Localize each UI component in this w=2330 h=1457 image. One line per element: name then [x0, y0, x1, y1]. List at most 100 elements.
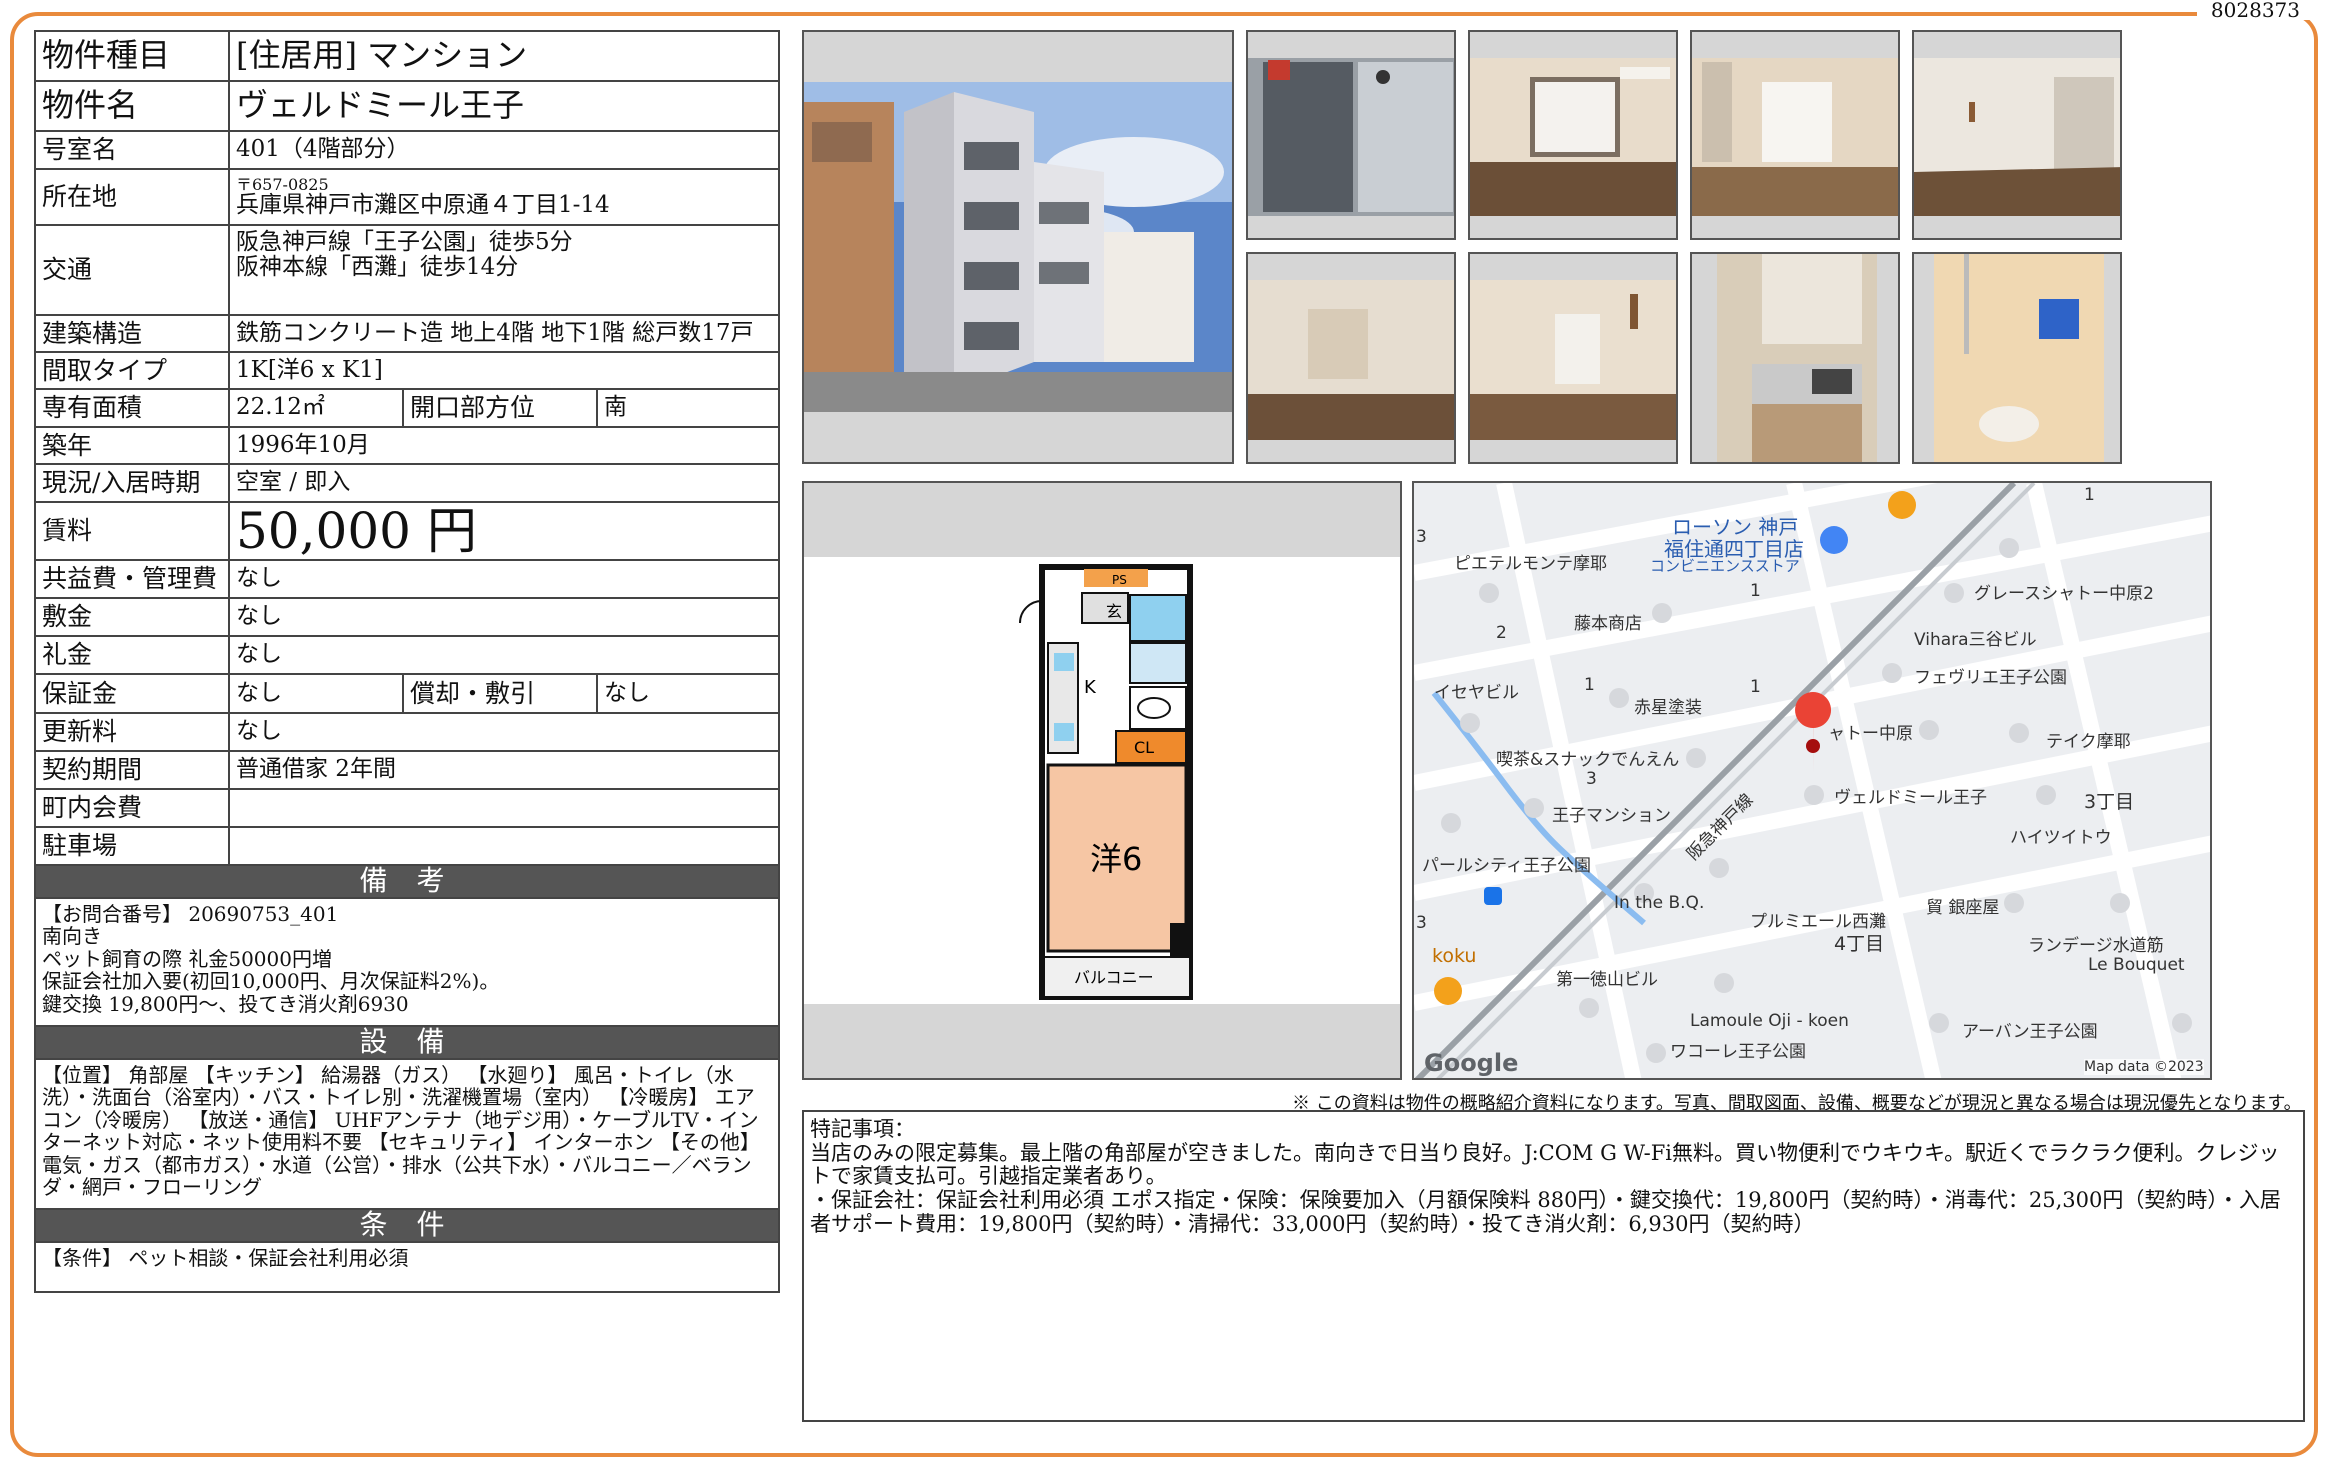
- floorplan-drawing: 玄 PS K CL 洋6 バルコニー: [1019, 564, 1193, 1000]
- rent-value: 50,000 円: [228, 501, 780, 561]
- deposit-value: なし: [228, 597, 780, 637]
- map-label: 喫茶&スナックでんえん: [1496, 750, 1680, 770]
- equipment-body: 【位置】 角部屋 【キッチン】 給湯器（ガス） 【水廻り】 風呂・トイレ（水洗）…: [34, 1058, 780, 1210]
- remarks-heading: 備 考: [34, 864, 780, 899]
- google-logo: Google: [1424, 1049, 1519, 1077]
- town-fee-label: 町内会費: [34, 788, 230, 828]
- guarantee-value: なし: [228, 673, 404, 714]
- floorplan-kitchen: K: [1084, 677, 1097, 698]
- name-value: ヴェルドミール王子: [228, 80, 780, 132]
- map-label: アーバン王子公園: [1962, 1022, 2098, 1042]
- entrance-photo: [1246, 30, 1456, 240]
- room-label: 号室名: [34, 130, 230, 170]
- exterior-photo: [802, 30, 1234, 464]
- transport-label: 交通: [34, 224, 230, 316]
- parking-label: 駐車場: [34, 826, 230, 866]
- special-notes-box: 特記事項： 当店のみの限定募集。最上階の角部屋が空きました。南向きで日当り良好。…: [802, 1110, 2305, 1422]
- common-fee-value: なし: [228, 559, 780, 599]
- map-label: 3: [1416, 913, 1427, 933]
- room-photo: [1246, 252, 1456, 464]
- map-label: グレースシャトー中原2: [1974, 584, 2154, 604]
- map-label: ランデージ水道筋: [2028, 936, 2164, 956]
- map-label: ハイツイトウ: [2010, 828, 2112, 848]
- map-label: 1: [1750, 677, 1761, 697]
- floorplan-balcony: バルコニー: [1074, 968, 1154, 987]
- guarantee-label: 保証金: [34, 673, 230, 714]
- property-info-table: 物件種目 [住居用] マンション 物件名 ヴェルドミール王子 号室名 401（4階部分…: [34, 30, 780, 1293]
- conditions-heading: 条 件: [34, 1208, 780, 1243]
- floorplan-panel: 玄 PS K CL 洋6 バルコニー: [802, 481, 1402, 1080]
- map-label: パールシティ王子公園: [1422, 856, 1591, 876]
- transport-line-2: 阪神本線「西灘」徒歩14分: [236, 254, 519, 281]
- remarks-line: 保証会社加入要(初回10,000円、月次保証料2%)。: [42, 969, 500, 994]
- map-label: 3: [1416, 527, 1427, 547]
- status-label: 現況/入居時期: [34, 463, 230, 503]
- amortization-value: なし: [596, 673, 780, 714]
- address-value: 兵庫県神戸市灘区中原通４丁目1-14: [236, 192, 610, 219]
- key-money-value: なし: [228, 635, 780, 675]
- map-label: ピエテルモンテ摩耶: [1454, 554, 1607, 574]
- map-label: Le Bouquet: [2088, 955, 2185, 975]
- map-attribution: Map data ©2023: [2084, 1059, 2204, 1075]
- address-label: 所在地: [34, 168, 230, 226]
- floorplan-room: 洋6: [1090, 840, 1142, 878]
- map-label: 赤星塗装: [1634, 698, 1702, 718]
- map-label: 1: [1750, 581, 1761, 601]
- built-label: 築年: [34, 426, 230, 465]
- special-notes-title: 特記事項：: [810, 1117, 915, 1141]
- map-label: koku: [1432, 945, 1477, 967]
- remarks-body: 【お問合番号】 20690753_401 南向き ペット飼育の際 礼金50000…: [34, 897, 780, 1027]
- map-label: 3丁目: [2084, 791, 2135, 813]
- map-label: 第一徳山ビル: [1556, 970, 1658, 990]
- floorplan-closet: CL: [1134, 738, 1154, 757]
- type-value: [住居用] マンション: [228, 30, 780, 82]
- structure-value: 鉄筋コンクリート造 地上4階 地下1階 総戸数17戸: [228, 314, 780, 353]
- key-money-label: 礼金: [34, 635, 230, 675]
- name-label: 物件名: [34, 80, 230, 132]
- map-label: 王子マンション: [1552, 806, 1671, 826]
- map-label: ヴェルドミール王子: [1834, 788, 1987, 808]
- address-cell: 〒657-0825 兵庫県神戸市灘区中原通４丁目1-14: [228, 168, 780, 226]
- equipment-heading: 設 備: [34, 1025, 780, 1060]
- map-label: ワコーレ王子公園: [1670, 1042, 1806, 1062]
- map-label: テイク摩耶: [2046, 732, 2131, 752]
- map-label: 3: [1586, 769, 1597, 789]
- document-number: 8028373: [2196, 0, 2314, 20]
- map-label: 藤本商店: [1574, 614, 1642, 634]
- area-label: 専有面積: [34, 388, 230, 428]
- layout-label: 間取タイプ: [34, 351, 230, 390]
- layout-value: 1K[洋6 x K1]: [228, 351, 780, 390]
- rent-label: 賃料: [34, 501, 230, 561]
- map-label: Vihara三谷ビル: [1914, 630, 2037, 650]
- amortization-label: 償却・敷引: [402, 673, 598, 714]
- special-notes-paragraph: ・保証会社：保証会社利用必須 エポス指定・保険：保険要加入（月額保険料 880円…: [810, 1188, 2281, 1236]
- map-label: 2: [1496, 623, 1507, 643]
- map-label: 貿 銀座屋: [1926, 898, 2000, 918]
- remarks-line: 南向き: [42, 924, 102, 949]
- direction-label: 開口部方位: [402, 388, 598, 428]
- map-label: フェヴリエ王子公園: [1914, 668, 2067, 688]
- map-label: 4丁目: [1834, 933, 1885, 955]
- map-label: In the B.Q.: [1614, 893, 1705, 913]
- location-map[interactable]: ローソン 神戸 福住通四丁目店 コンビニエンスストア ピエテルモンテ摩耶 藤本商…: [1412, 481, 2212, 1080]
- transport-cell: 阪急神戸線「王子公園」徒歩5分 阪神本線「西灘」徒歩14分: [228, 224, 780, 316]
- room-value: 401（4階部分）: [228, 130, 780, 170]
- remarks-line: ペット飼育の際 礼金50000円増: [42, 946, 332, 971]
- parking-value: [228, 826, 780, 866]
- room-photo: [1468, 252, 1678, 464]
- room-photo: [1690, 30, 1900, 240]
- type-label: 物件種目: [34, 30, 230, 82]
- area-value: 22.12㎡: [228, 388, 404, 428]
- floorplan-ps: PS: [1112, 573, 1127, 587]
- transport-line-1: 阪急神戸線「王子公園」徒歩5分: [236, 229, 573, 255]
- kitchen-photo: [1690, 252, 1900, 464]
- map-label: ャトー中原: [1828, 724, 1913, 744]
- contract-label: 契約期間: [34, 750, 230, 790]
- conditions-body: 【条件】 ペット相談・保証会社利用必須: [34, 1241, 780, 1293]
- map-label: 1: [2084, 485, 2095, 505]
- map-label: Lamoule Oji - koen: [1690, 1011, 1849, 1031]
- map-label: コンビニエンスストア: [1650, 557, 1800, 575]
- remarks-line: 【お問合番号】 20690753_401: [42, 902, 339, 926]
- bathroom-photo: [1912, 252, 2122, 464]
- map-label: イセヤビル: [1434, 683, 1519, 703]
